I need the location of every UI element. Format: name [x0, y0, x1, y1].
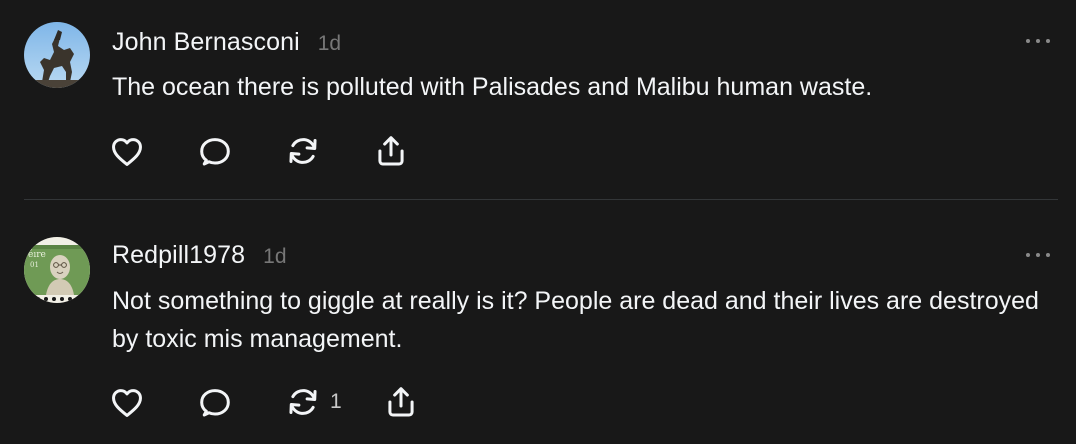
reply-post: éıre 01 Redpill1978 1d Not something to …	[0, 199, 1076, 444]
repost-icon	[289, 138, 317, 164]
more-dot	[1026, 39, 1030, 43]
action-bar: 1	[108, 382, 420, 422]
like-button[interactable]	[108, 383, 196, 421]
more-icon[interactable]	[1026, 36, 1050, 46]
like-button[interactable]	[108, 132, 196, 170]
more-dot	[1036, 39, 1040, 43]
username[interactable]: Redpill1978	[112, 241, 245, 270]
username[interactable]: John Bernasconi	[112, 28, 300, 57]
thread-feed: John Bernasconi 1d The ocean there is po…	[0, 0, 1076, 444]
more-dot	[1046, 253, 1050, 257]
comment-icon	[200, 138, 230, 166]
heart-icon	[112, 389, 142, 417]
reply-button[interactable]	[196, 132, 284, 170]
heart-icon	[112, 138, 142, 166]
more-dot	[1036, 253, 1040, 257]
action-bar	[108, 131, 410, 171]
statue-avatar	[24, 22, 90, 88]
more-dot	[1046, 39, 1050, 43]
share-button[interactable]	[382, 383, 420, 421]
timestamp[interactable]: 1d	[318, 32, 341, 56]
avatar[interactable]: éıre 01	[24, 237, 90, 303]
post-header: Redpill1978 1d	[112, 241, 287, 270]
repost-button[interactable]	[284, 132, 372, 170]
timestamp[interactable]: 1d	[263, 245, 286, 269]
share-icon	[378, 136, 404, 166]
post-header: John Bernasconi 1d	[112, 28, 341, 57]
share-icon	[388, 387, 414, 417]
comment-icon	[200, 389, 230, 417]
share-button[interactable]	[372, 132, 410, 170]
post-text: The ocean there is polluted with Palisad…	[112, 73, 873, 101]
reply-button[interactable]	[196, 383, 284, 421]
svg-text:éıre: éıre	[28, 249, 46, 260]
more-icon[interactable]	[1026, 250, 1050, 260]
avatar[interactable]	[24, 22, 90, 88]
repost-icon	[289, 389, 317, 415]
reply-post: John Bernasconi 1d The ocean there is po…	[0, 0, 1076, 199]
repost-button[interactable]: 1	[284, 383, 382, 421]
svg-text:01: 01	[30, 261, 39, 269]
repost-count: 1	[330, 390, 342, 413]
stamp-avatar: éıre 01	[24, 237, 90, 303]
more-dot	[1026, 253, 1030, 257]
post-text: Not something to giggle at really is it?…	[112, 287, 1039, 353]
